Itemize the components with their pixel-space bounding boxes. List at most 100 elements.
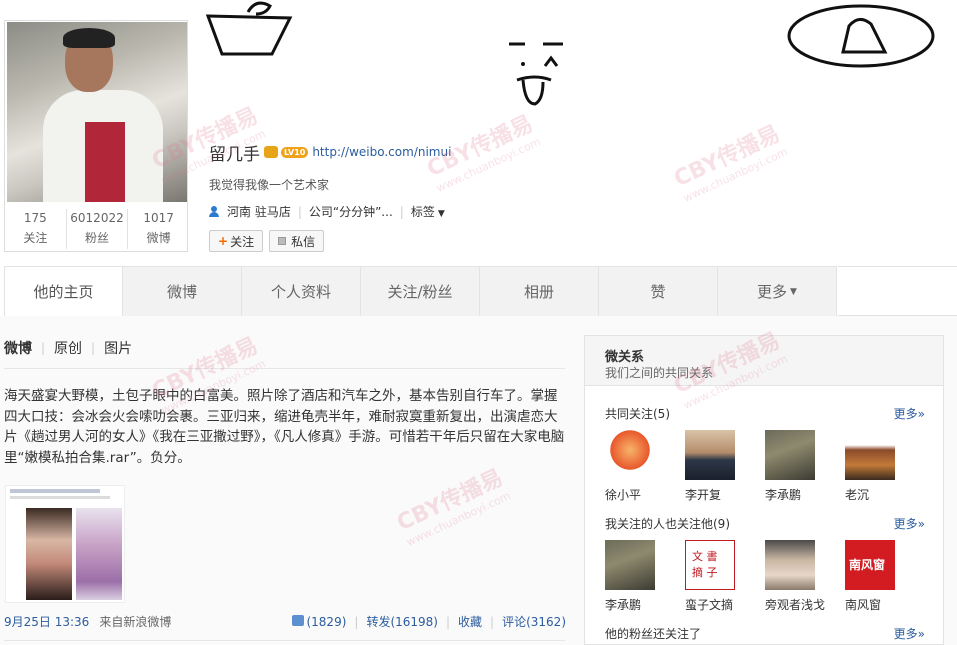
source-prefix: 来自	[99, 615, 124, 629]
person-card[interactable]: 蛮子文摘	[685, 540, 765, 613]
relations-header: 微关系 我们之间的共同关系	[585, 336, 943, 386]
like-count: (1829)	[306, 614, 347, 629]
follow-button-label: 关注	[230, 234, 255, 249]
more-link[interactable]: 更多»	[894, 625, 925, 642]
divider: |	[354, 614, 359, 629]
post-time[interactable]: 9月25日 13:36	[4, 613, 89, 630]
message-button[interactable]: 私信	[269, 230, 325, 252]
message-button-label: 私信	[291, 234, 316, 249]
post-text: 海天盛宴大野模，土包子眼中的白富美。照片除了酒店和汽车之外，基本告别自行车了。掌…	[4, 388, 565, 466]
relations-title: 微关系	[605, 350, 645, 365]
person-name[interactable]: 老沉	[845, 486, 925, 503]
divider: |	[490, 614, 495, 629]
repost-button[interactable]: 转发(16198)	[366, 613, 438, 630]
person-name[interactable]: 徐小平	[605, 486, 685, 503]
avatar[interactable]	[845, 430, 895, 480]
person-name[interactable]: 李开复	[685, 486, 765, 503]
profile-url-link[interactable]: http://weibo.com/nimui	[312, 145, 451, 159]
avatar[interactable]	[7, 22, 187, 202]
person-name[interactable]: 李承鹏	[605, 596, 685, 613]
tab-more[interactable]: 更多 ▼	[718, 267, 837, 316]
person-card[interactable]: 李承鹏	[605, 540, 685, 613]
divider	[4, 640, 565, 641]
person-card[interactable]: 南风窗	[845, 540, 925, 613]
section-heading: 共同关注(5)	[605, 406, 670, 421]
avatar[interactable]	[685, 430, 735, 480]
also-follow-section: 我关注的人也关注他(9) 更多» 李承鹏 蛮子文摘 旁观者浅戈 南风窗	[605, 514, 925, 613]
tab-likes[interactable]: 赞	[599, 267, 718, 316]
relations-panel: 微关系 我们之间的共同关系 共同关注(5) 更多» 徐小平 李开复 李承鹏 老沉…	[584, 335, 944, 645]
person-name[interactable]: 旁观者浅戈	[765, 596, 845, 613]
more-link[interactable]: 更多»	[894, 515, 925, 532]
common-follows-section: 共同关注(5) 更多» 徐小平 李开复 李承鹏 老沉	[605, 404, 925, 503]
profile-info: 留几手 LV10 http://weibo.com/nimui 我觉得我像一个艺…	[209, 142, 451, 252]
avatar[interactable]	[605, 540, 655, 590]
post-source: 来自新浪微博	[99, 613, 171, 630]
caret-down-icon: ▼	[437, 209, 445, 219]
stat-followers[interactable]: 6012022 粉丝	[67, 209, 129, 249]
post-image[interactable]	[5, 485, 125, 603]
tab-follow-fans[interactable]: 关注/粉丝	[361, 267, 480, 316]
filter-original[interactable]: 原创	[54, 338, 82, 358]
doodle-bowl-icon	[205, 1, 293, 56]
tags-dropdown[interactable]: 标签 ▼	[411, 203, 445, 220]
profile-location[interactable]: 河南 驻马店	[227, 203, 291, 220]
tab-more-label: 更多	[757, 283, 788, 301]
post-footer: 9月25日 13:36 来自新浪微博 (1829) | 转发(16198) | …	[4, 613, 566, 630]
person-name[interactable]: 蛮子文摘	[685, 596, 765, 613]
tabs-filler	[838, 266, 957, 316]
fans-also-follow-section: 他的粉丝还关注了 更多»	[605, 624, 925, 642]
crown-icon[interactable]	[264, 146, 278, 158]
person-card[interactable]: 徐小平	[605, 430, 685, 503]
person-card[interactable]: 李开复	[685, 430, 765, 503]
divider: |	[41, 341, 46, 355]
feed-filter-bar: 微博 | 原创 | 图片	[4, 338, 132, 358]
stat-label: 关注	[23, 231, 48, 245]
comment-button[interactable]: 评论(3162)	[502, 613, 566, 630]
message-icon	[278, 237, 287, 245]
stat-label: 粉丝	[85, 231, 110, 245]
plus-icon: +	[218, 234, 229, 248]
avatar[interactable]	[765, 430, 815, 480]
avatar[interactable]	[605, 430, 655, 480]
doodle-oval-icon	[787, 4, 935, 68]
avatar[interactable]	[685, 540, 735, 590]
stat-number: 175	[23, 211, 47, 225]
stat-number: 1017	[143, 211, 174, 225]
tab-profile[interactable]: 个人资料	[242, 267, 361, 316]
section-heading: 我关注的人也关注他(9)	[605, 516, 730, 531]
person-name[interactable]: 南风窗	[845, 596, 925, 613]
more-link[interactable]: 更多»	[894, 405, 925, 422]
favorite-button[interactable]: 收藏	[458, 613, 482, 630]
source-link[interactable]: 新浪微博	[123, 615, 171, 629]
person-name[interactable]: 李承鹏	[765, 486, 845, 503]
person-card[interactable]: 李承鹏	[765, 430, 845, 503]
avatar[interactable]	[845, 540, 895, 590]
person-card[interactable]: 老沉	[845, 430, 925, 503]
profile-tabs: 他的主页 微博 个人资料 关注/粉丝 相册 赞 更多 ▼	[4, 266, 837, 316]
tags-label: 标签	[410, 205, 435, 219]
profile-bio: 我觉得我像一个艺术家	[209, 178, 330, 192]
relations-subtitle: 我们之间的共同关系	[605, 366, 714, 380]
stat-posts[interactable]: 1017 微博	[128, 209, 189, 249]
profile-company[interactable]: 公司“分分钟”...	[309, 203, 393, 220]
tab-home[interactable]: 他的主页	[4, 267, 123, 316]
divider	[4, 368, 565, 369]
caret-down-icon: ▼	[790, 286, 797, 297]
level-badge[interactable]: LV10	[281, 146, 309, 158]
avatar[interactable]	[765, 540, 815, 590]
divider: |	[399, 204, 404, 219]
like-button[interactable]: (1829)	[292, 614, 347, 629]
follow-button[interactable]: + 关注	[209, 230, 264, 252]
post-actions: (1829) | 转发(16198) | 收藏 | 评论(3162)	[292, 613, 566, 630]
doodle-face-icon	[509, 42, 563, 106]
stat-label: 微博	[146, 231, 171, 245]
person-card[interactable]: 旁观者浅戈	[765, 540, 845, 613]
tab-weibo[interactable]: 微博	[123, 267, 242, 316]
divider: |	[297, 204, 302, 219]
stat-following[interactable]: 175 关注	[5, 209, 67, 249]
filter-all[interactable]: 微博	[4, 338, 32, 358]
filter-pictures[interactable]: 图片	[104, 338, 132, 358]
tab-album[interactable]: 相册	[480, 267, 599, 316]
profile-card: 175 关注 6012022 粉丝 1017 微博	[4, 20, 188, 252]
